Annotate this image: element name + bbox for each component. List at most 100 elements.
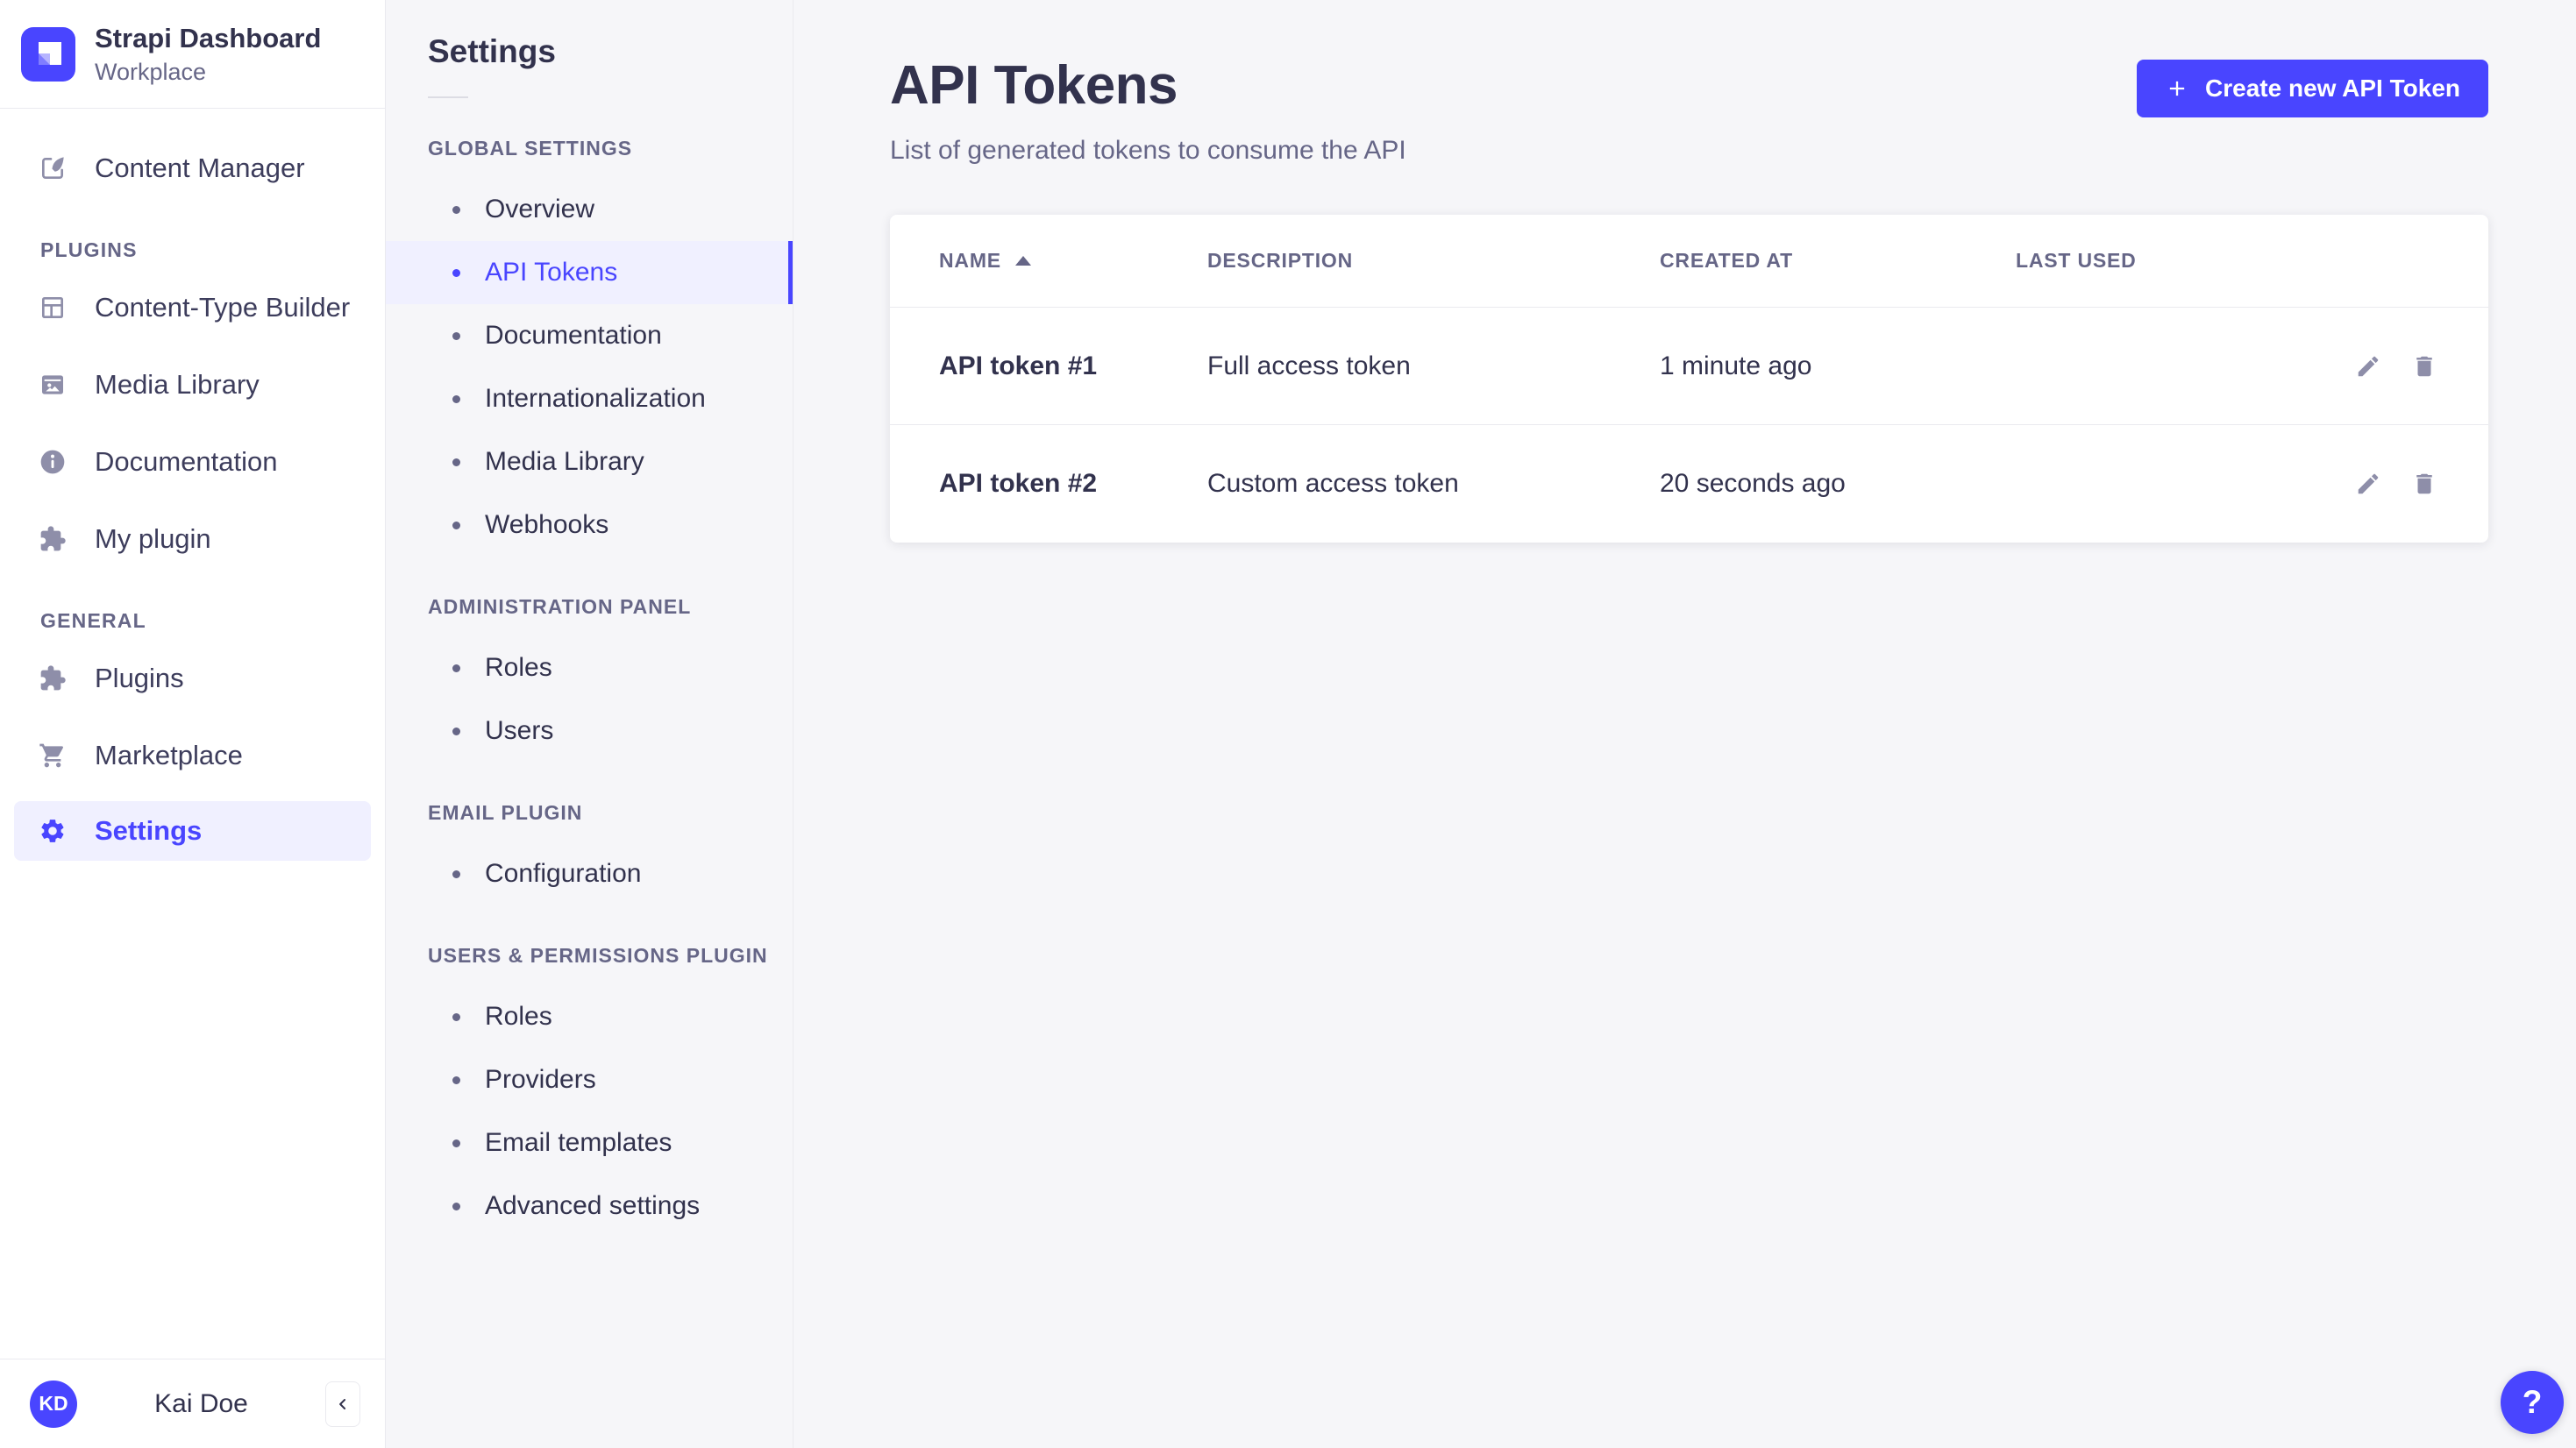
subnav-item-label: Roles bbox=[485, 1002, 552, 1032]
token-name: API token #1 bbox=[939, 351, 1207, 381]
subnav-item-label: Providers bbox=[485, 1065, 596, 1095]
subnav-item-overview[interactable]: Overview bbox=[386, 178, 793, 241]
bullet-icon bbox=[452, 522, 460, 529]
bullet-icon bbox=[452, 728, 460, 735]
bullet-icon bbox=[452, 1076, 460, 1084]
bullet-icon bbox=[452, 206, 460, 214]
puzzle-icon bbox=[39, 525, 67, 553]
edit-icon bbox=[2355, 471, 2381, 497]
subnav-item-label: API Tokens bbox=[485, 258, 617, 287]
subnav-item-up-roles[interactable]: Roles bbox=[386, 985, 793, 1048]
api-tokens-table: NAME DESCRIPTION CREATED AT LAST USED AP… bbox=[890, 215, 2488, 543]
bullet-icon bbox=[452, 1139, 460, 1147]
column-header-created-at[interactable]: CREATED AT bbox=[1660, 249, 2016, 273]
page-title: API Tokens bbox=[890, 54, 1406, 117]
subnav-item-admin-users[interactable]: Users bbox=[386, 699, 793, 763]
chevron-left-icon bbox=[334, 1395, 352, 1413]
image-icon bbox=[39, 371, 67, 399]
sidebar-item-label: Plugins bbox=[95, 663, 184, 694]
subnav-item-label: Documentation bbox=[485, 321, 662, 351]
subnav-item-label: Roles bbox=[485, 653, 552, 683]
avatar[interactable]: KD bbox=[30, 1381, 77, 1428]
subnav-item-label: Users bbox=[485, 716, 553, 746]
bullet-icon bbox=[452, 332, 460, 340]
user-row: KD Kai Doe bbox=[0, 1359, 385, 1448]
bullet-icon bbox=[452, 395, 460, 403]
subnav-section-email-plugin: EMAIL PLUGIN bbox=[428, 801, 793, 825]
edit-button[interactable] bbox=[2353, 351, 2383, 381]
sidebar-item-plugins[interactable]: Plugins bbox=[0, 640, 385, 717]
subnav-item-up-providers[interactable]: Providers bbox=[386, 1048, 793, 1111]
subnav-item-up-email-templates[interactable]: Email templates bbox=[386, 1111, 793, 1175]
sidebar-section-general: GENERAL bbox=[40, 609, 385, 633]
table-row[interactable]: API token #2 Custom access token 20 seco… bbox=[890, 425, 2488, 543]
subnav-item-documentation[interactable]: Documentation bbox=[386, 304, 793, 367]
subnav-item-label: Webhooks bbox=[485, 510, 608, 540]
content-manager-icon bbox=[39, 154, 67, 182]
main-sidebar: Strapi Dashboard Workplace Content Manag… bbox=[0, 0, 386, 1448]
delete-button[interactable] bbox=[2409, 469, 2439, 499]
sidebar-item-marketplace[interactable]: Marketplace bbox=[0, 717, 385, 794]
subnav-item-internationalization[interactable]: Internationalization bbox=[386, 367, 793, 430]
edit-icon bbox=[2355, 353, 2381, 380]
sidebar-item-label: Settings bbox=[95, 815, 202, 847]
create-api-token-button[interactable]: Create new API Token bbox=[2137, 60, 2488, 117]
page-header: API Tokens List of generated tokens to c… bbox=[890, 54, 2488, 166]
token-description: Full access token bbox=[1207, 351, 1660, 381]
edit-button[interactable] bbox=[2353, 469, 2383, 499]
subnav-item-label: Overview bbox=[485, 195, 594, 224]
sidebar-item-label: Marketplace bbox=[95, 740, 243, 771]
subnav-item-label: Media Library bbox=[485, 447, 644, 477]
layout-icon bbox=[39, 294, 67, 322]
subnav-item-media-library[interactable]: Media Library bbox=[386, 430, 793, 493]
workspace-title: Strapi Dashboard bbox=[95, 22, 321, 56]
sidebar-item-settings[interactable]: Settings bbox=[14, 801, 371, 861]
strapi-logo-icon bbox=[21, 27, 75, 82]
subnav-item-api-tokens[interactable]: API Tokens bbox=[386, 241, 793, 304]
bullet-icon bbox=[452, 1013, 460, 1021]
sidebar-item-label: Documentation bbox=[95, 446, 278, 478]
sidebar-item-my-plugin[interactable]: My plugin bbox=[0, 500, 385, 578]
subnav-title: Settings bbox=[428, 33, 793, 70]
page-subtitle: List of generated tokens to consume the … bbox=[890, 136, 1406, 166]
bullet-icon bbox=[452, 664, 460, 672]
subnav-item-label: Configuration bbox=[485, 859, 641, 889]
table-row[interactable]: API token #1 Full access token 1 minute … bbox=[890, 308, 2488, 425]
subnav-section-global-settings: GLOBAL SETTINGS bbox=[428, 137, 793, 160]
settings-subnav: Settings GLOBAL SETTINGS Overview API To… bbox=[386, 0, 793, 1448]
info-icon bbox=[39, 448, 67, 476]
workspace-subtitle: Workplace bbox=[95, 59, 321, 86]
sidebar-item-documentation[interactable]: Documentation bbox=[0, 423, 385, 500]
bullet-icon bbox=[452, 870, 460, 878]
subnav-item-admin-roles[interactable]: Roles bbox=[386, 636, 793, 699]
delete-icon bbox=[2411, 353, 2437, 380]
puzzle-icon bbox=[39, 664, 67, 692]
create-api-token-label: Create new API Token bbox=[2205, 75, 2460, 103]
gear-icon bbox=[39, 817, 67, 845]
delete-button[interactable] bbox=[2409, 351, 2439, 381]
sidebar-collapse-button[interactable] bbox=[325, 1381, 360, 1427]
table-header-row: NAME DESCRIPTION CREATED AT LAST USED bbox=[890, 215, 2488, 308]
token-name: API token #2 bbox=[939, 469, 1207, 499]
help-button[interactable]: ? bbox=[2501, 1371, 2564, 1434]
sidebar-item-content-type-builder[interactable]: Content-Type Builder bbox=[0, 269, 385, 346]
sidebar-item-media-library[interactable]: Media Library bbox=[0, 346, 385, 423]
subnav-item-email-configuration[interactable]: Configuration bbox=[386, 842, 793, 905]
column-header-description[interactable]: DESCRIPTION bbox=[1207, 249, 1660, 273]
plus-icon bbox=[2165, 76, 2189, 101]
subnav-item-webhooks[interactable]: Webhooks bbox=[386, 493, 793, 557]
sidebar-item-label: Media Library bbox=[95, 369, 260, 401]
column-header-last-used[interactable]: LAST USED bbox=[2016, 249, 2325, 273]
sidebar-item-content-manager[interactable]: Content Manager bbox=[0, 130, 385, 207]
column-header-name[interactable]: NAME bbox=[939, 249, 1207, 273]
workspace-header[interactable]: Strapi Dashboard Workplace bbox=[0, 0, 385, 109]
cart-icon bbox=[39, 742, 67, 770]
sidebar-item-label: My plugin bbox=[95, 523, 211, 555]
question-mark-icon: ? bbox=[2523, 1384, 2543, 1421]
subnav-item-up-advanced-settings[interactable]: Advanced settings bbox=[386, 1175, 793, 1238]
subnav-section-users-permissions-plugin: USERS & PERMISSIONS PLUGIN bbox=[428, 944, 793, 968]
delete-icon bbox=[2411, 471, 2437, 497]
sidebar-item-label: Content Manager bbox=[95, 153, 305, 184]
subnav-section-administration-panel: ADMINISTRATION PANEL bbox=[428, 595, 793, 619]
subnav-item-label: Email templates bbox=[485, 1128, 672, 1158]
